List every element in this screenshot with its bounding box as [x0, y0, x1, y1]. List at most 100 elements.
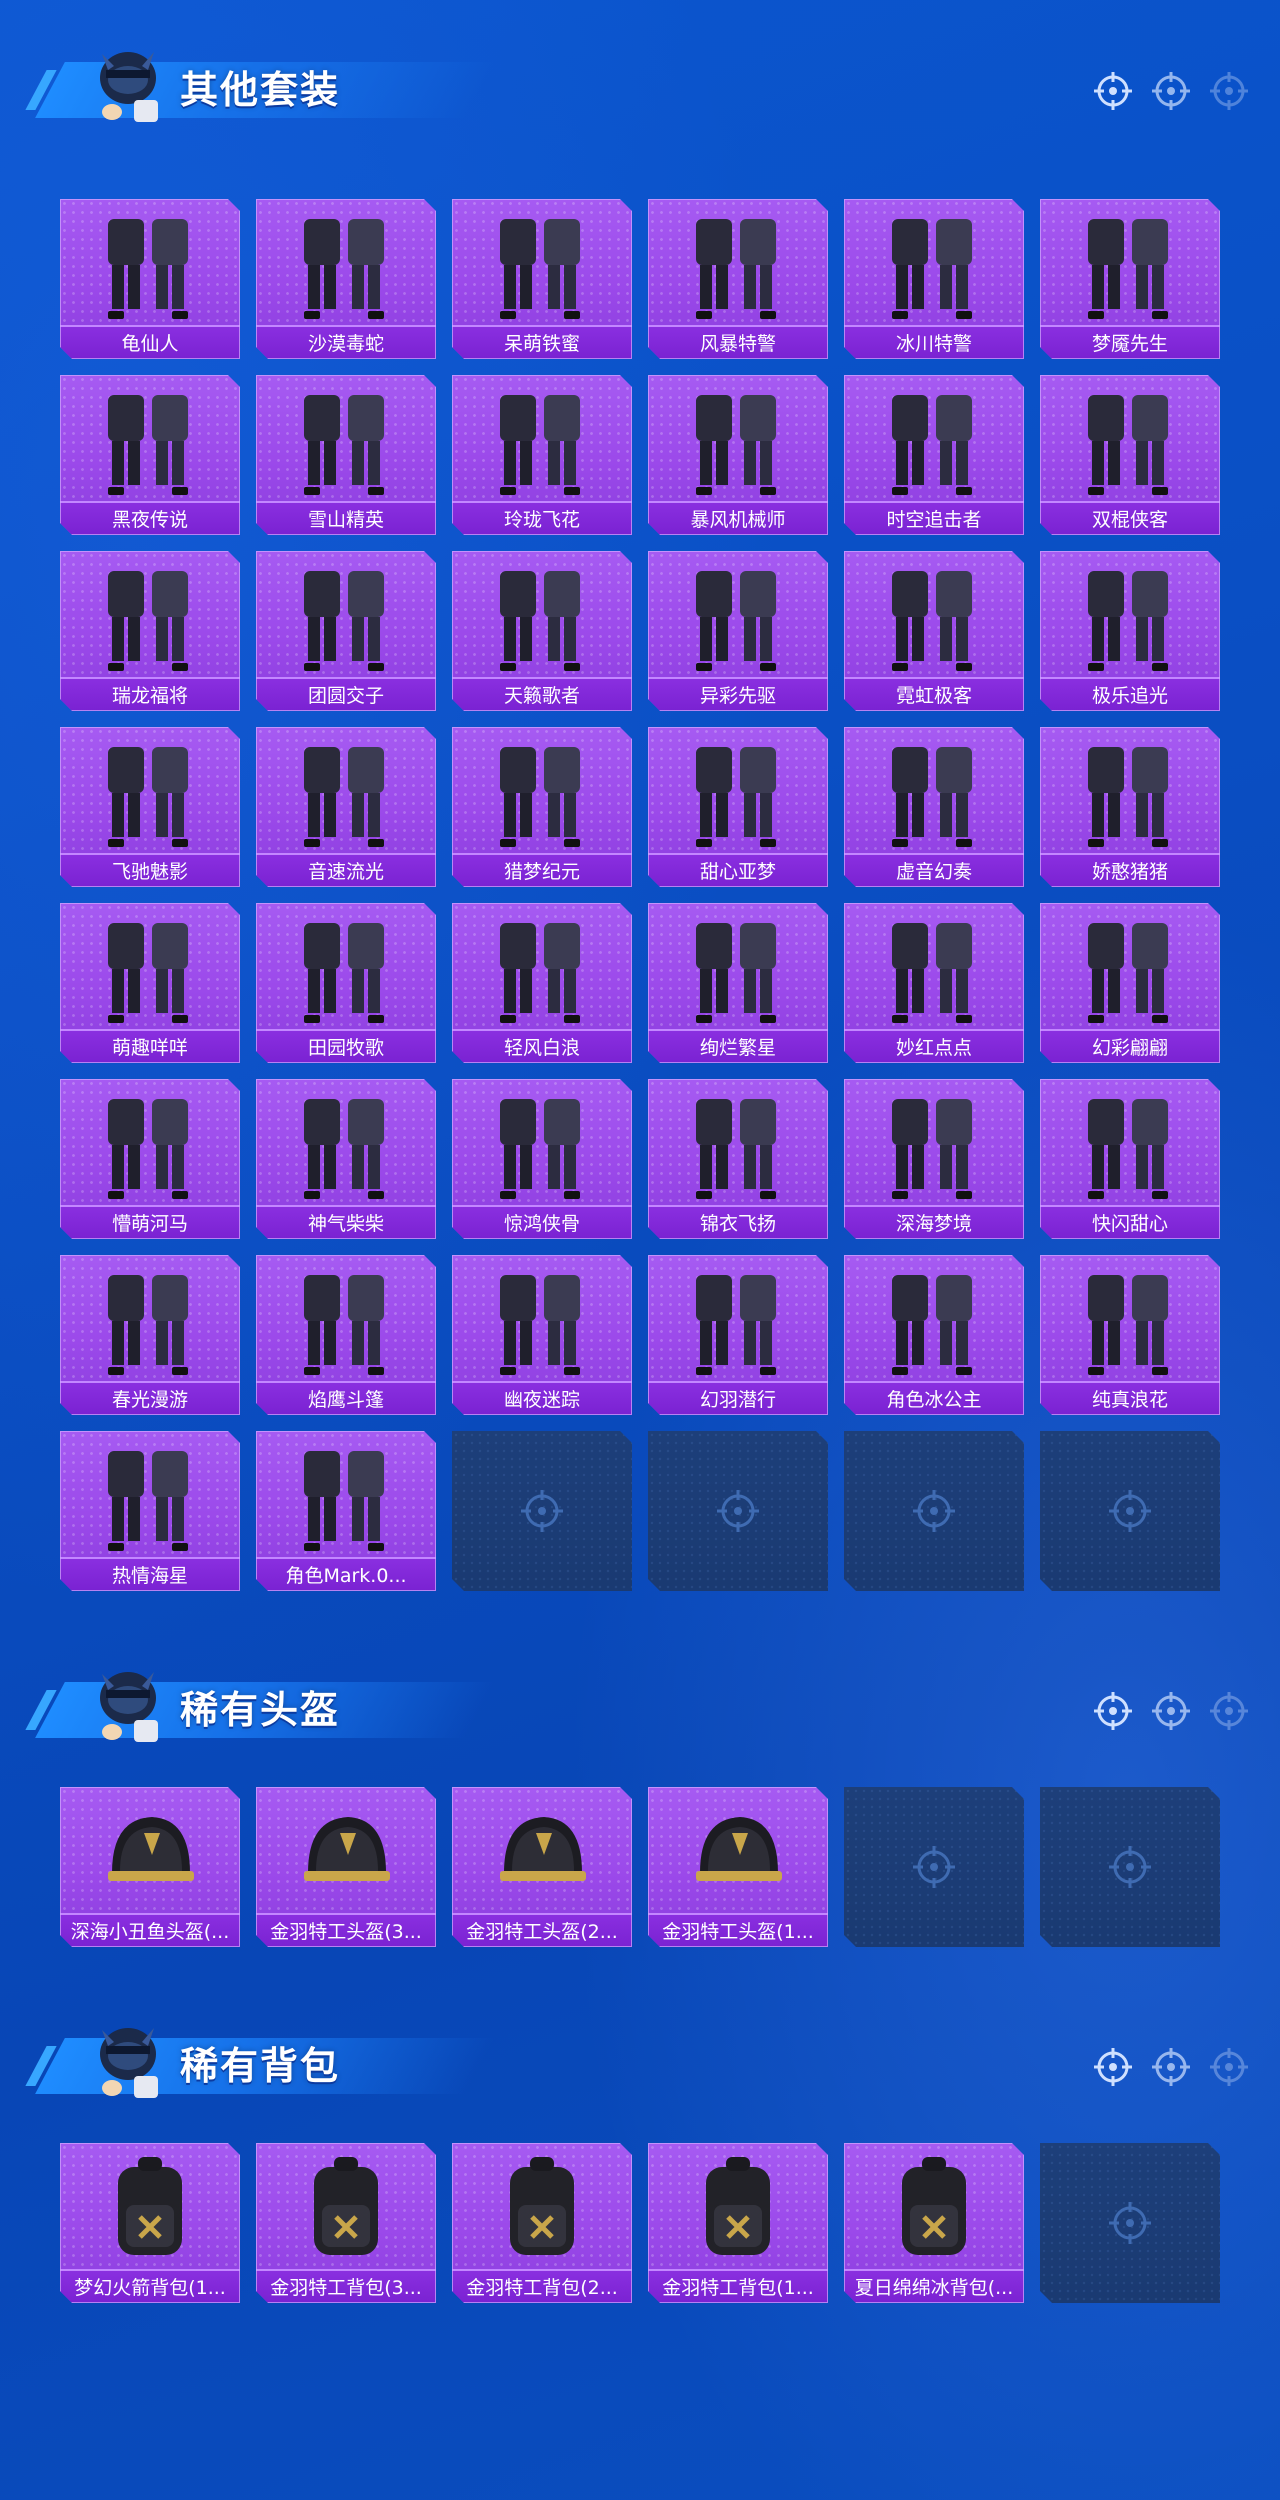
- item-name: 角色Mark.0...: [256, 1557, 436, 1591]
- outfit-card[interactable]: 音速流光: [256, 727, 436, 887]
- outfit-icon: [1088, 747, 1168, 847]
- empty-slot: [844, 1787, 1024, 1947]
- outfit-icon: [892, 1099, 972, 1199]
- outfit-card[interactable]: 瑞龙福将: [60, 551, 240, 711]
- outfit-card[interactable]: 暴风机械师: [648, 375, 828, 535]
- outfit-card[interactable]: 纯真浪花: [1040, 1255, 1220, 1415]
- outfit-card[interactable]: 深海梦境: [844, 1079, 1024, 1239]
- item-name: 天籁歌者: [452, 677, 632, 711]
- outfit-card[interactable]: 幻彩翩翩: [1040, 903, 1220, 1063]
- backpack-card[interactable]: 金羽特工背包(1...: [648, 2143, 828, 2303]
- item-name: 瑞龙福将: [60, 677, 240, 711]
- outfit-card[interactable]: 绚烂繁星: [648, 903, 828, 1063]
- outfit-icon: [304, 1275, 384, 1375]
- outfit-card[interactable]: 时空追击者: [844, 375, 1024, 535]
- mascot-icon: [100, 52, 158, 122]
- outfit-card[interactable]: 虚音幻奏: [844, 727, 1024, 887]
- outfit-card[interactable]: 极乐追光: [1040, 551, 1220, 711]
- outfit-card[interactable]: 天籁歌者: [452, 551, 632, 711]
- outfit-icon: [500, 571, 580, 671]
- crosshair-icon: [1210, 2048, 1248, 2086]
- item-name: 异彩先驱: [648, 677, 828, 711]
- outfit-card[interactable]: 角色冰公主: [844, 1255, 1024, 1415]
- item-name: 幻羽潜行: [648, 1381, 828, 1415]
- outfit-icon: [500, 747, 580, 847]
- outfit-card[interactable]: 飞驰魅影: [60, 727, 240, 887]
- outfit-icon: [108, 395, 188, 495]
- outfit-card[interactable]: 猎梦纪元: [452, 727, 632, 887]
- helmet-icon: [108, 1817, 194, 1881]
- helmet-card[interactable]: 深海小丑鱼头盔(...: [60, 1787, 240, 1947]
- outfit-card[interactable]: 幽夜迷踪: [452, 1255, 632, 1415]
- backpack-card[interactable]: 金羽特工背包(3...: [256, 2143, 436, 2303]
- outfit-icon: [304, 219, 384, 319]
- crosshair-icon: [1210, 72, 1248, 110]
- outfit-card[interactable]: 热情海星: [60, 1431, 240, 1591]
- outfit-card[interactable]: 焰鹰斗篷: [256, 1255, 436, 1415]
- outfit-icon: [108, 1099, 188, 1199]
- crosshair-icon: [1210, 1692, 1248, 1730]
- outfit-card[interactable]: 梦魇先生: [1040, 199, 1220, 359]
- outfit-card[interactable]: 娇憨猪猪: [1040, 727, 1220, 887]
- outfit-icon: [892, 923, 972, 1023]
- outfit-icon: [304, 747, 384, 847]
- item-name: 虚音幻奏: [844, 853, 1024, 887]
- item-name: 甜心亚梦: [648, 853, 828, 887]
- backpack-icon: [314, 2157, 378, 2255]
- outfit-card[interactable]: 风暴特警: [648, 199, 828, 359]
- outfit-icon: [304, 1451, 384, 1551]
- outfit-icon: [304, 923, 384, 1023]
- crosshair-icon: [1152, 1692, 1190, 1730]
- item-name: 金羽特工头盔(2...: [452, 1913, 632, 1947]
- outfit-icon: [1088, 219, 1168, 319]
- backpack-card[interactable]: 夏日绵绵冰背包(...: [844, 2143, 1024, 2303]
- section-title: 稀有背包: [180, 2044, 341, 2088]
- crosshair-icon: [1094, 72, 1132, 110]
- outfit-icon: [304, 395, 384, 495]
- item-name: 梦幻火箭背包(1...: [60, 2269, 240, 2303]
- backpack-card[interactable]: 梦幻火箭背包(1...: [60, 2143, 240, 2303]
- item-name: 妙红点点: [844, 1029, 1024, 1063]
- outfit-icon: [696, 747, 776, 847]
- outfit-card[interactable]: 幻羽潜行: [648, 1255, 828, 1415]
- item-name: 惊鸿侠骨: [452, 1205, 632, 1239]
- outfit-card[interactable]: 甜心亚梦: [648, 727, 828, 887]
- outfit-card[interactable]: 异彩先驱: [648, 551, 828, 711]
- outfit-card[interactable]: 团圆交子: [256, 551, 436, 711]
- outfit-card[interactable]: 霓虹极客: [844, 551, 1024, 711]
- outfit-card[interactable]: 黑夜传说: [60, 375, 240, 535]
- backpack-card[interactable]: 金羽特工背包(2...: [452, 2143, 632, 2303]
- outfit-icon: [892, 219, 972, 319]
- item-name: 绚烂繁星: [648, 1029, 828, 1063]
- outfit-card[interactable]: 锦衣飞扬: [648, 1079, 828, 1239]
- outfit-card[interactable]: 田园牧歌: [256, 903, 436, 1063]
- outfit-card[interactable]: 冰川特警: [844, 199, 1024, 359]
- outfit-card[interactable]: 轻风白浪: [452, 903, 632, 1063]
- outfit-card[interactable]: 角色Mark.0...: [256, 1431, 436, 1591]
- outfit-card[interactable]: 双棍侠客: [1040, 375, 1220, 535]
- item-name: 萌趣咩咩: [60, 1029, 240, 1063]
- helmet-card[interactable]: 金羽特工头盔(1...: [648, 1787, 828, 1947]
- item-name: 暴风机械师: [648, 501, 828, 535]
- outfit-card[interactable]: 神气柴柴: [256, 1079, 436, 1239]
- outfit-icon: [108, 923, 188, 1023]
- outfit-card[interactable]: 妙红点点: [844, 903, 1024, 1063]
- outfit-card[interactable]: 萌趣咩咩: [60, 903, 240, 1063]
- outfit-icon: [304, 571, 384, 671]
- helmet-card[interactable]: 金羽特工头盔(2...: [452, 1787, 632, 1947]
- outfit-card[interactable]: 呆萌铁蜜: [452, 199, 632, 359]
- outfit-card[interactable]: 懵萌河马: [60, 1079, 240, 1239]
- outfit-card[interactable]: 惊鸿侠骨: [452, 1079, 632, 1239]
- outfit-icon: [500, 1099, 580, 1199]
- crosshair-decoration: [1092, 2046, 1250, 2088]
- outfit-card[interactable]: 沙漠毒蛇: [256, 199, 436, 359]
- outfit-card[interactable]: 龟仙人: [60, 199, 240, 359]
- helmet-card[interactable]: 金羽特工头盔(3...: [256, 1787, 436, 1947]
- outfit-card[interactable]: 玲珑飞花: [452, 375, 632, 535]
- item-name: 快闪甜心: [1040, 1205, 1220, 1239]
- outfit-card[interactable]: 春光漫游: [60, 1255, 240, 1415]
- outfit-card[interactable]: 快闪甜心: [1040, 1079, 1220, 1239]
- empty-slot: [452, 1431, 632, 1591]
- section-header-backpacks: 稀有背包: [30, 2016, 1250, 2116]
- outfit-card[interactable]: 雪山精英: [256, 375, 436, 535]
